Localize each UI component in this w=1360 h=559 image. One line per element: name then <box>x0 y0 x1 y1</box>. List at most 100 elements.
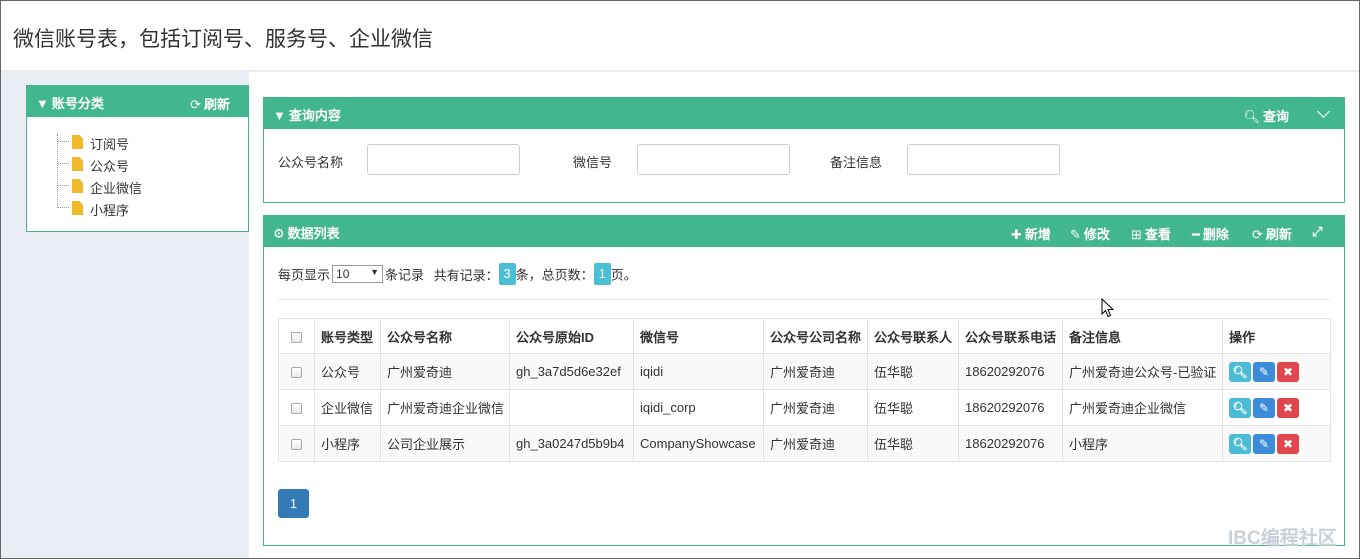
edit-button[interactable]: ✎ 修改 <box>1070 224 1110 243</box>
file-icon <box>72 179 83 193</box>
close-icon: ✖ <box>1282 364 1294 379</box>
table-cell: 18620292076 <box>958 425 1063 462</box>
table-cell: 18620292076 <box>958 389 1063 426</box>
table-header-row: 账号类型 公众号名称 公众号原始ID 微信号 公众号公司名称 公众号联系人 公众… <box>278 318 1331 354</box>
refresh-button[interactable]: ⟳ 刷新 <box>1252 224 1292 243</box>
pencil-icon: ✎ <box>1070 227 1081 242</box>
table-row[interactable]: 公众号 广州爱奇迪 gh_3a7d5d6e32ef iqidi 广州爱奇迪 伍华… <box>278 353 1331 390</box>
table-cell: 公众号 <box>314 353 381 390</box>
table-cell: 伍华聪 <box>867 389 959 426</box>
tree-panel-title: ▼ 账号分类 <box>36 96 104 111</box>
total-records-badge: 3 <box>498 263 516 285</box>
minus-icon: ━ <box>1192 227 1200 242</box>
page-title: 微信账号表，包括订阅号、服务号、企业微信 <box>13 28 433 51</box>
chevron-down-icon[interactable] <box>1317 105 1330 118</box>
total-pages-badge: 1 <box>593 263 611 285</box>
tree-node-label: 订阅号 <box>90 137 130 152</box>
row-checkbox[interactable] <box>278 353 315 390</box>
row-actions: 🔍︎ ✎ ✖ <box>1222 389 1331 426</box>
row-edit-button[interactable]: ✎ <box>1253 361 1275 382</box>
file-icon <box>72 135 83 149</box>
pencil-icon: ✎ <box>1258 400 1270 415</box>
table-row[interactable]: 企业微信 广州爱奇迪企业微信 iqidi_corp 广州爱奇迪 伍华聪 1862… <box>278 389 1331 426</box>
column-header[interactable]: 账号类型 <box>314 318 381 354</box>
delete-button[interactable]: ━ 删除 <box>1192 224 1229 243</box>
view-button[interactable]: ⊞ 查看 <box>1131 224 1171 243</box>
table-cell: 公司企业展示 <box>380 425 510 462</box>
table-cell: gh_3a7d5d6e32ef <box>509 353 634 390</box>
row-checkbox[interactable] <box>278 425 315 462</box>
plus-icon: ✚ <box>1011 227 1022 242</box>
category-tree-panel: ▼ 账号分类 ⟳ 刷新 订阅号 公众号 企业微信 小程序 <box>26 85 249 232</box>
table-row[interactable]: 小程序 公司企业展示 gh_3a0247d5b9b4 CompanyShowca… <box>278 425 1331 462</box>
select-all-checkbox[interactable] <box>278 318 315 354</box>
tree-panel-header: ▼ 账号分类 ⟳ 刷新 <box>27 86 248 117</box>
column-header[interactable]: 备注信息 <box>1062 318 1223 354</box>
account-name-label: 公众号名称 <box>278 155 344 170</box>
page-header: 微信账号表，包括订阅号、服务号、企业微信 <box>1 1 1359 71</box>
table-cell: 小程序 <box>314 425 381 462</box>
refresh-icon: ⟳ <box>1252 227 1263 242</box>
add-button[interactable]: ✚ 新增 <box>1011 224 1051 243</box>
filter-icon: ▼ <box>273 108 286 123</box>
tree-connector <box>57 134 58 208</box>
remark-input[interactable] <box>907 144 1060 175</box>
table-icon: ⊞ <box>1131 227 1142 242</box>
table-cell: 广州爱奇迪公众号-已验证 <box>1062 353 1223 390</box>
file-icon <box>72 201 83 215</box>
account-name-input[interactable] <box>367 144 520 175</box>
row-delete-button[interactable]: ✖ <box>1277 397 1299 418</box>
row-view-button[interactable]: 🔍︎ <box>1229 361 1251 382</box>
table-cell: iqidi_corp <box>633 389 764 426</box>
divider <box>278 299 1330 300</box>
column-header: 操作 <box>1222 318 1331 354</box>
data-panel-header: ⚙ 数据列表 ✚ 新增 ✎ 修改 ⊞ 查看 ━ 删除 ⟳ 刷新 ⤢ <box>264 216 1344 247</box>
column-header[interactable]: 公众号公司名称 <box>763 318 868 354</box>
table-cell <box>509 389 634 426</box>
close-icon: ✖ <box>1282 400 1294 415</box>
remark-label: 备注信息 <box>830 155 883 170</box>
tree-node-label: 公众号 <box>90 159 130 174</box>
row-delete-button[interactable]: ✖ <box>1277 433 1299 454</box>
row-edit-button[interactable]: ✎ <box>1253 433 1275 454</box>
file-icon <box>72 157 83 171</box>
pencil-icon: ✎ <box>1258 364 1270 379</box>
pager-info: 每页显示 10 ▼ 条记录 共有记录： 3 条，总页数： 1 页。 <box>278 263 637 285</box>
tree-refresh-button[interactable]: ⟳ 刷新 <box>190 94 230 113</box>
search-icon: 🔍︎ <box>1232 436 1248 451</box>
table-cell: gh_3a0247d5b9b4 <box>509 425 634 462</box>
table-cell: 伍华聪 <box>867 425 959 462</box>
column-header[interactable]: 公众号原始ID <box>509 318 634 354</box>
query-panel: ▼ 查询内容 🔍︎ 查询 公众号名称 微信号 备注信息 <box>263 97 1345 203</box>
table-cell: 广州爱奇迪 <box>763 353 868 390</box>
table-cell: 18620292076 <box>958 353 1063 390</box>
wechat-id-input[interactable] <box>637 144 790 175</box>
row-view-button[interactable]: 🔍︎ <box>1229 397 1251 418</box>
table-cell: 广州爱奇迪 <box>380 353 510 390</box>
row-view-button[interactable]: 🔍︎ <box>1229 433 1251 454</box>
search-button[interactable]: 🔍︎ 查询 <box>1243 106 1289 125</box>
search-icon: 🔍︎ <box>1243 109 1260 124</box>
tree-node-label: 企业微信 <box>90 181 143 196</box>
column-header[interactable]: 微信号 <box>633 318 764 354</box>
row-edit-button[interactable]: ✎ <box>1253 397 1275 418</box>
row-checkbox[interactable] <box>278 389 315 426</box>
filter-icon: ▼ <box>36 96 49 111</box>
watermark-logo: IBC编程社区 <box>1228 528 1337 549</box>
page-size-select[interactable]: 10 ▼ <box>332 265 384 283</box>
row-delete-button[interactable]: ✖ <box>1277 361 1299 382</box>
pagination-page-button[interactable]: 1 <box>278 489 309 518</box>
wechat-id-label: 微信号 <box>573 155 613 170</box>
column-header[interactable]: 公众号联系电话 <box>958 318 1063 354</box>
search-icon: 🔍︎ <box>1232 364 1248 379</box>
row-actions: 🔍︎ ✎ ✖ <box>1222 353 1331 390</box>
column-header[interactable]: 公众号名称 <box>380 318 510 354</box>
data-table: 账号类型 公众号名称 公众号原始ID 微信号 公众号公司名称 公众号联系人 公众… <box>278 318 1331 462</box>
column-header[interactable]: 公众号联系人 <box>867 318 959 354</box>
cogs-icon: ⚙ <box>273 226 285 241</box>
row-actions: 🔍︎ ✎ ✖ <box>1222 425 1331 462</box>
fullscreen-icon[interactable]: ⤢ <box>1312 224 1322 240</box>
query-panel-title: ▼ 查询内容 <box>273 108 341 123</box>
data-list-panel: ⚙ 数据列表 ✚ 新增 ✎ 修改 ⊞ 查看 ━ 删除 ⟳ 刷新 ⤢ 每页显示 10 ▼ 条记录 共… <box>263 215 1345 546</box>
table-cell: CompanyShowcase <box>633 425 764 462</box>
